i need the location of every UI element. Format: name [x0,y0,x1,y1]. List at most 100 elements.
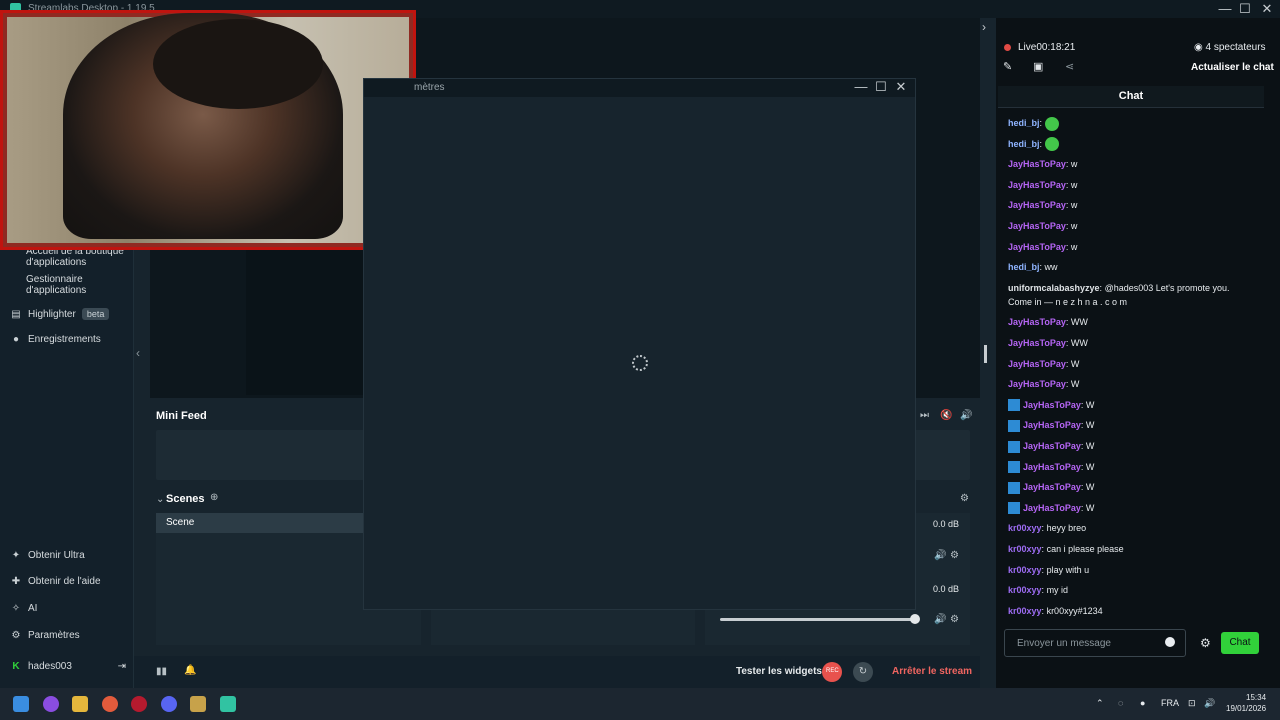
record-button[interactable]: REC [822,662,842,682]
logout-icon[interactable]: ⇥ [118,661,126,672]
sidebar-item-ai[interactable]: ✧ AI [10,603,38,614]
clip-icon[interactable]: ▣ [1033,60,1043,73]
tray-icon[interactable]: ● [1140,698,1145,708]
sidebar-item-account[interactable]: K hades003 ⇥ [10,661,126,672]
settings-modal: mètres — ☐ ✕ [363,78,916,610]
chat-text: w [1070,179,1078,190]
sidebar-item-app-manager[interactable]: Gestionnaire d'applications [26,274,106,296]
language-indicator[interactable]: FRA [1161,698,1179,708]
collapse-sidebar-icon[interactable]: ‹ [136,346,140,360]
chat-message: JayHasToPay: w [1008,240,1077,254]
league-icon[interactable] [190,696,206,712]
chat-username[interactable]: kr00xyy [1008,544,1042,554]
windows-start-icon[interactable] [13,696,29,712]
chat-username[interactable]: JayHasToPay [1023,503,1081,513]
chat-username[interactable]: JayHasToPay [1008,159,1066,169]
chat-username[interactable]: JayHasToPay [1008,221,1066,231]
chat-username[interactable]: JayHasToPay [1023,462,1081,472]
chrome-icon[interactable] [102,696,118,712]
modal-minimize-button[interactable]: — [850,79,872,94]
volume-icon[interactable]: 🔊 [960,410,972,421]
add-scene-icon[interactable]: ⊕ [210,492,218,503]
volume-icon[interactable]: 🔊 [934,614,946,625]
emoji-picker-icon[interactable] [1165,637,1175,647]
sidebar-item-ultra[interactable]: ✦ Obtenir Ultra [10,550,85,561]
stats-icon[interactable]: ▮▮ [156,666,167,677]
clock-date: 19/01/2026 [1226,704,1267,713]
volume-slider-handle[interactable] [910,614,920,624]
replay-buffer-button[interactable]: ↻ [853,662,873,682]
maximize-button[interactable]: ☐ [1234,1,1256,17]
chat-username[interactable]: hedi_bj [1008,118,1040,128]
chat-username[interactable]: kr00xyy [1008,523,1042,533]
refresh-chat-button[interactable]: Actualiser le chat [1191,62,1274,73]
sidebar-item-label: Obtenir Ultra [28,550,85,561]
chat-username[interactable]: JayHasToPay [1008,338,1066,348]
chat-settings-icon[interactable]: ⚙ [1200,636,1211,650]
stop-stream-button[interactable]: Arrêter le stream [892,666,972,677]
mute-alerts-icon[interactable]: 🔇 [940,410,952,421]
chat-username[interactable]: JayHasToPay [1008,180,1066,190]
chat-username[interactable]: kr00xyy [1008,585,1042,595]
chat-message: JayHasToPay: W [1008,460,1094,474]
send-chat-button[interactable]: Chat [1221,632,1259,654]
chat-username[interactable]: JayHasToPay [1008,200,1066,210]
tray-app-icon[interactable]: ◌ [1118,698,1123,708]
skip-icon[interactable]: ⏭ [920,410,929,421]
share-icon[interactable]: ⋖ [1065,60,1074,73]
modal-close-button[interactable]: ✕ [890,79,912,95]
scrollbar[interactable] [984,345,987,363]
taskbar-clock[interactable]: 15:34 19/01/2026 [1226,692,1266,714]
tab-chat[interactable]: Chat [998,86,1264,108]
edit-icon[interactable]: ✎ [1003,60,1012,73]
test-widgets-button[interactable]: Tester les widgets [736,666,822,677]
chat-username[interactable]: JayHasToPay [1023,441,1081,451]
chat-text: W [1070,358,1080,369]
chat-username[interactable]: JayHasToPay [1023,420,1081,430]
close-button[interactable]: ✕ [1256,1,1278,17]
viewer-count-text: 4 spectateurs [1205,42,1266,53]
chat-username[interactable]: uniformcalabashyzye [1008,283,1100,293]
minimize-button[interactable]: — [1214,1,1236,16]
chat-username[interactable]: kr00xyy [1008,565,1042,575]
notifications-icon[interactable]: 🔔 [184,665,196,676]
chat-username[interactable]: JayHasToPay [1008,359,1066,369]
chat-message: kr00xyy: can i please please [1008,542,1124,556]
chevron-up-icon[interactable]: ⌃ [1096,698,1104,709]
chat-username[interactable]: kr00xyy [1008,606,1042,616]
chat-username[interactable]: JayHasToPay [1023,400,1081,410]
expand-panel-icon[interactable]: › [982,20,986,34]
app-icon[interactable] [43,696,59,712]
gear-icon[interactable]: ⚙ [950,614,959,625]
sidebar-item-settings[interactable]: ⚙ Paramètres [10,630,80,641]
scene-item[interactable]: Scene [156,513,364,533]
chat-username[interactable]: hedi_bj [1008,262,1040,272]
streamlabs-taskbar-icon[interactable] [220,696,236,712]
chat-text: W [1085,482,1095,493]
mixer-settings-icon[interactable]: ⚙ [960,493,969,504]
file-explorer-icon[interactable] [72,696,88,712]
modal-maximize-button[interactable]: ☐ [870,79,892,95]
chat-username[interactable]: JayHasToPay [1008,317,1066,327]
sidebar-item-help[interactable]: ✚ Obtenir de l'aide [10,576,101,587]
opera-icon[interactable] [131,696,147,712]
chat-text: can i please please [1046,544,1124,554]
sidebar-item-label: AI [28,603,38,614]
chat-message: JayHasToPay: W [1008,357,1079,371]
chat-username[interactable]: JayHasToPay [1023,482,1081,492]
chat-username[interactable]: JayHasToPay [1008,379,1066,389]
volume-icon[interactable]: 🔊 [934,550,946,561]
chat-text: w [1070,200,1078,211]
chat-message-input[interactable]: Envoyer un message [1004,629,1186,657]
chevron-down-icon[interactable]: ⌄ [156,494,164,505]
volume-icon[interactable]: 🔊 [1204,698,1215,709]
sidebar-item-recordings[interactable]: ● Enregistrements [10,334,101,345]
prime-badge-icon [1008,420,1020,433]
network-icon[interactable]: ⊡ [1188,698,1196,709]
chat-username[interactable]: hedi_bj [1008,139,1040,149]
sidebar-item-highlighter[interactable]: ▤ Highlighter beta [10,308,110,320]
chat-username[interactable]: JayHasToPay [1008,242,1066,252]
volume-slider[interactable] [720,618,916,621]
gear-icon[interactable]: ⚙ [950,550,959,561]
discord-icon[interactable] [161,696,177,712]
